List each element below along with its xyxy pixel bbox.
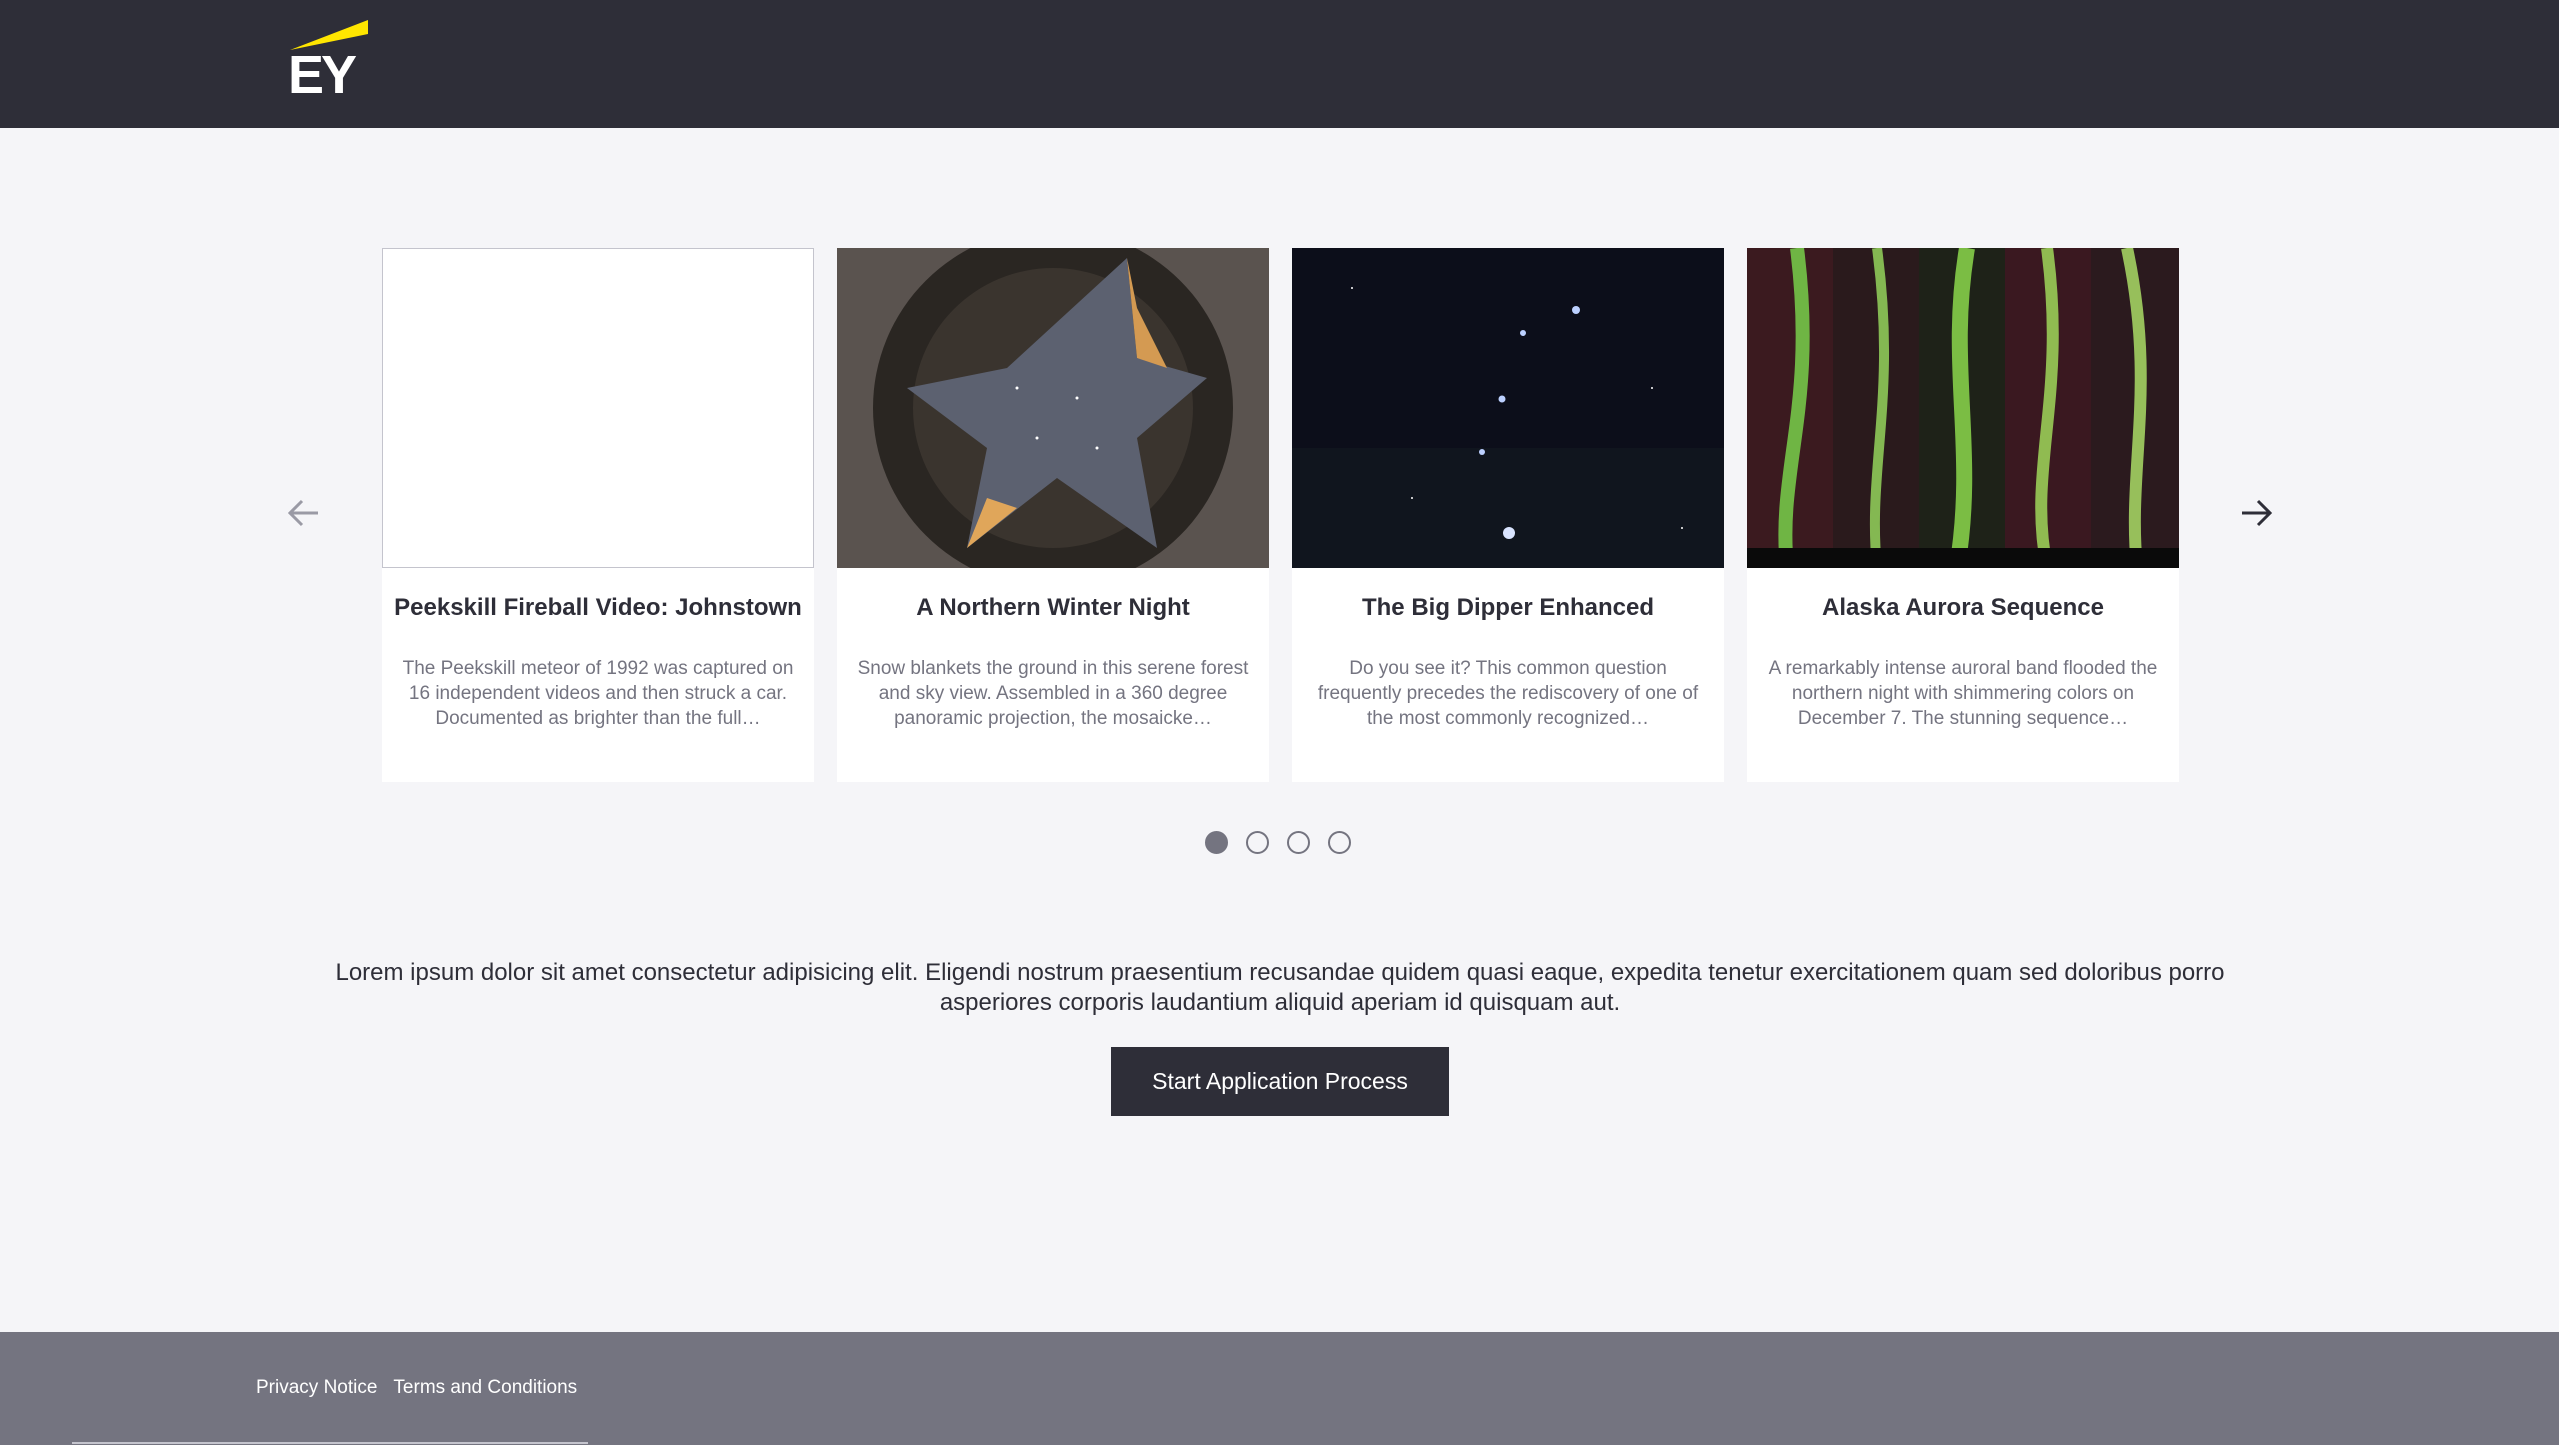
- card-image-aurora: [1747, 248, 2179, 568]
- site-header: EY: [0, 0, 2559, 128]
- carousel-pagination: [1205, 831, 1351, 855]
- card-description: The Peekskill meteor of 1992 was capture…: [402, 658, 794, 729]
- start-application-button[interactable]: Start Application Process: [1111, 1047, 1449, 1116]
- carousel-next-button[interactable]: [2231, 488, 2281, 538]
- card-description: Snow blankets the ground in this serene …: [857, 658, 1249, 729]
- carousel-dot[interactable]: [1287, 831, 1310, 854]
- card-description: Do you see it? This common question freq…: [1317, 658, 1699, 729]
- carousel-dot[interactable]: [1246, 831, 1269, 854]
- card-image-winter-night: [837, 248, 1269, 568]
- carousel-prev-button[interactable]: [279, 488, 329, 538]
- site-footer: Privacy Notice Terms and Conditions: [0, 1332, 2559, 1445]
- carousel-dot[interactable]: [1328, 831, 1351, 854]
- arrow-right-icon: [2242, 499, 2273, 527]
- footer-nav: Privacy Notice Terms and Conditions: [256, 1377, 577, 1399]
- card-title: Peekskill Fireball Video: Johnstown: [394, 594, 802, 621]
- image-carousel: Peekskill Fireball Video: Johnstown A No…: [0, 128, 2559, 888]
- logo-text: EY: [288, 45, 357, 105]
- intro-text: Lorem ipsum dolor sit amet consectetur a…: [335, 959, 2225, 1016]
- terms-link[interactable]: Terms and Conditions: [393, 1377, 577, 1399]
- arrow-left-icon: [287, 499, 318, 527]
- card-title: A Northern Winter Night: [916, 594, 1190, 621]
- card-title: Alaska Aurora Sequence: [1822, 594, 2104, 621]
- card-description: A remarkably intense auroral band floode…: [1768, 658, 2158, 729]
- ey-logo[interactable]: EY: [288, 18, 370, 106]
- card-title: The Big Dipper Enhanced: [1361, 594, 1655, 621]
- carousel-dot[interactable]: [1205, 831, 1228, 854]
- card-image-big-dipper: [1292, 248, 1724, 568]
- footer-divider: [72, 1442, 588, 1444]
- card-image-placeholder: [382, 248, 814, 568]
- privacy-notice-link[interactable]: Privacy Notice: [256, 1377, 377, 1399]
